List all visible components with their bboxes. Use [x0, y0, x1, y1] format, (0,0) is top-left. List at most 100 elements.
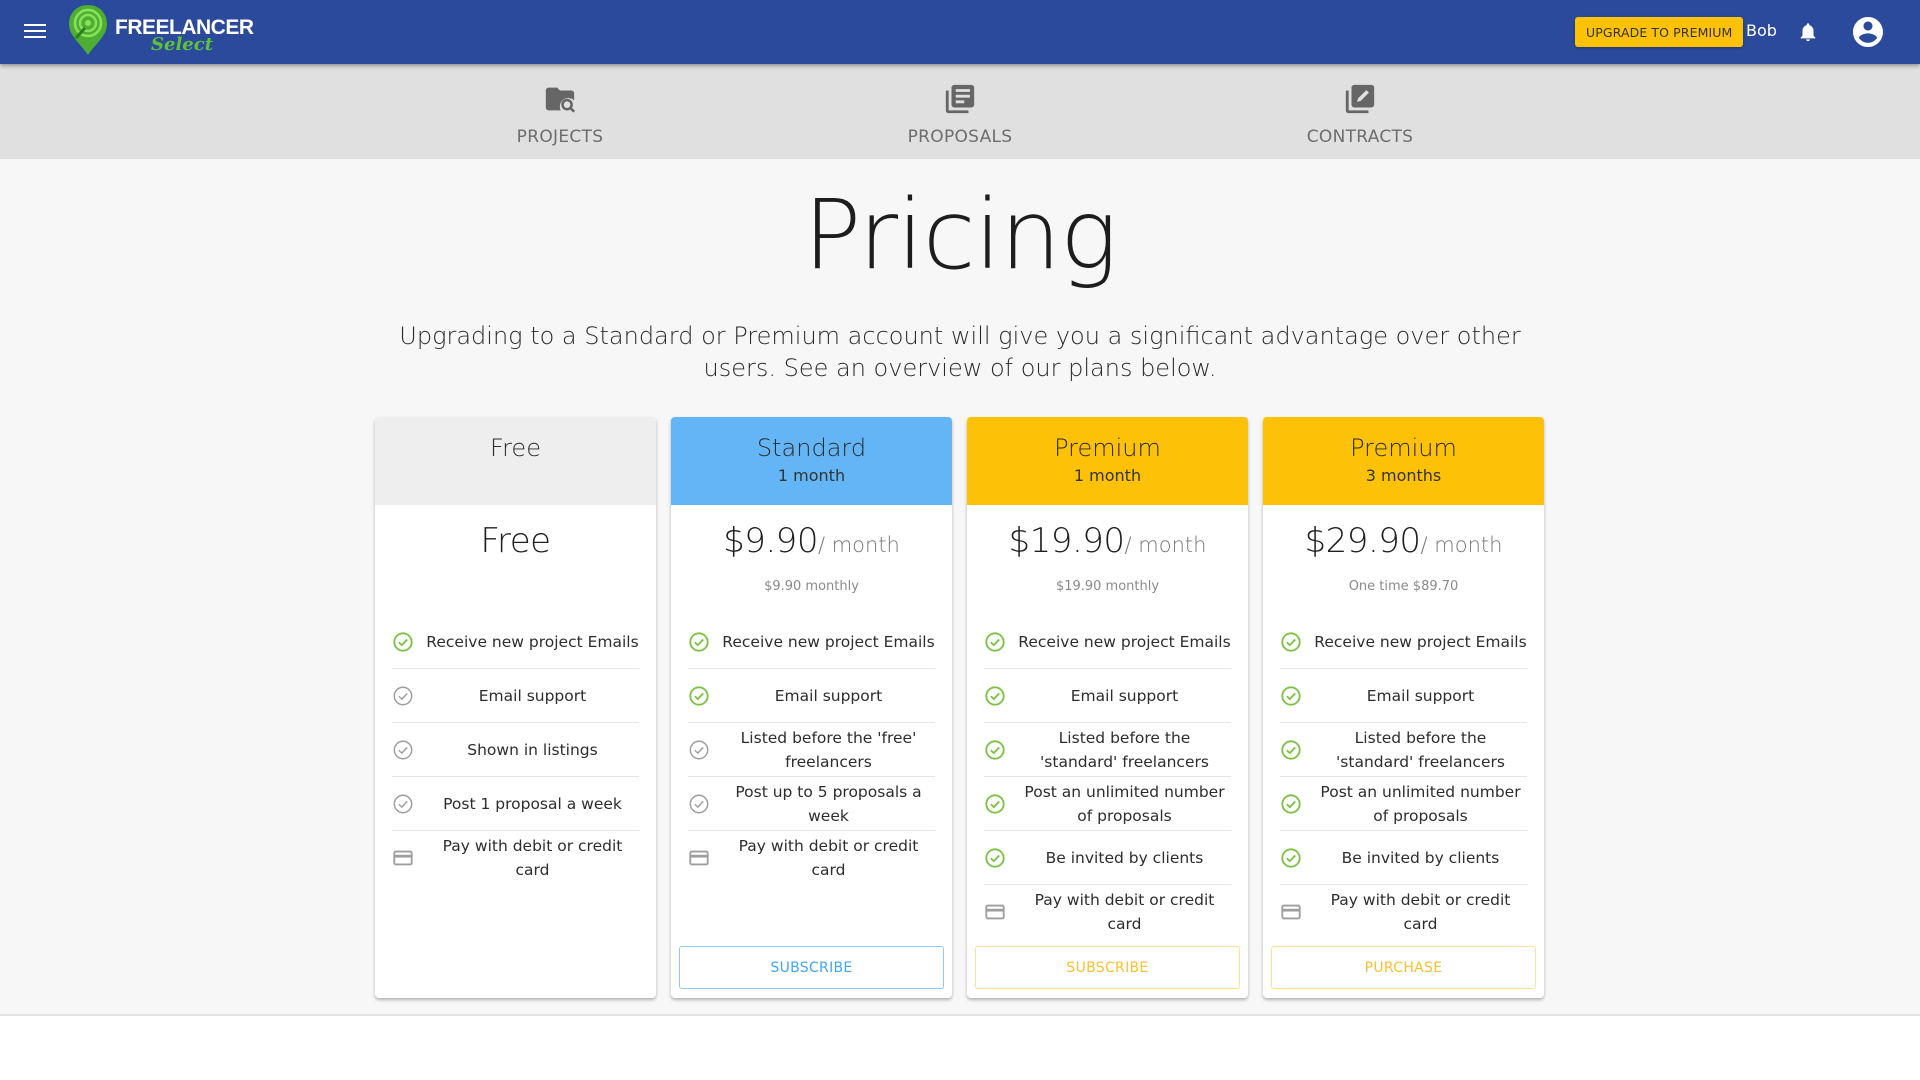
feature-text: Be invited by clients — [1341, 848, 1500, 867]
check-circle-icon — [1280, 739, 1302, 761]
page-subtitle: Upgrading to a Standard or Premium accou… — [399, 322, 1521, 382]
price-period: / month — [817, 533, 900, 557]
credit-card-icon — [688, 847, 710, 869]
feature-item: Email support — [392, 669, 639, 723]
price-period: / month — [1124, 533, 1207, 557]
feature-text: Receive new project Emails — [426, 632, 639, 651]
feature-text: Receive new project Emails — [1018, 632, 1231, 651]
feature-text: Pay with debit or credit card — [1330, 891, 1511, 933]
feature-text: Post up to 5 proposals a week — [735, 782, 922, 825]
plan-name: Premium — [1054, 434, 1161, 462]
feature-list: Receive new project Emails Email support… — [1280, 615, 1527, 939]
section-tabs: PROJECTS PROPOSALS CONTRACTS — [0, 64, 1920, 159]
account-circle-icon[interactable] — [1850, 14, 1886, 50]
feature-item: Listed before the 'free' freelancers — [688, 723, 935, 777]
check-circle-icon — [984, 685, 1006, 707]
tab-label: CONTRACTS — [1306, 127, 1414, 147]
feature-item: Receive new project Emails — [392, 615, 639, 669]
check-circle-icon — [688, 685, 710, 707]
feature-text: Post an unlimited number of proposals — [1320, 782, 1521, 825]
tab-label: PROJECTS — [516, 127, 604, 147]
feature-item: Pay with debit or credit card — [392, 831, 639, 885]
feature-text: Pay with debit or credit card — [442, 837, 623, 879]
pricing-section: Pricing Upgrading to a Standard or Premi… — [0, 159, 1920, 1016]
feature-text: Receive new project Emails — [1314, 632, 1527, 651]
check-circle-icon — [984, 739, 1006, 761]
check-circle-icon — [984, 847, 1006, 869]
menu-icon[interactable] — [24, 20, 46, 44]
price-period: / month — [1420, 533, 1503, 557]
plan-period: 3 months — [1365, 466, 1442, 485]
feature-text: Listed before the 'free' freelancers — [740, 728, 917, 771]
check-circle-icon — [1280, 793, 1302, 815]
feature-item: Email support — [1280, 669, 1527, 723]
subscribe-button[interactable]: SUBSCRIBE — [975, 946, 1240, 989]
page-title: Pricing — [803, 179, 1117, 291]
plan-name: Standard — [756, 434, 867, 462]
plan-header: Standard 1 month — [671, 417, 952, 505]
plan-header: Free — [375, 417, 656, 505]
check-circle-icon — [392, 631, 414, 653]
library-books-icon — [945, 84, 975, 114]
edit-documents-icon — [1345, 84, 1375, 114]
feature-text: Listed before the 'standard' freelancers — [1040, 728, 1209, 771]
plan-price: $19.90/ month — [967, 521, 1248, 561]
plan-card-standard-1-month: Standard 1 month $9.90/ month $9.90 mont… — [671, 417, 952, 998]
feature-text: Listed before the 'standard' freelancers — [1336, 728, 1505, 771]
check-circle-outline-icon — [688, 739, 710, 761]
price-note: $19.90 monthly — [1055, 579, 1160, 594]
feature-item: Pay with debit or credit card — [688, 831, 935, 885]
feature-text: Be invited by clients — [1045, 848, 1204, 867]
plan-card-premium-3-months: Premium 3 months $29.90/ month One time … — [1263, 417, 1544, 998]
feature-item: Receive new project Emails — [688, 615, 935, 669]
feature-item: Pay with debit or credit card — [984, 885, 1231, 939]
plan-card-free-plan: Free Free Receive new project Emails Ema… — [375, 417, 656, 998]
check-circle-icon — [1280, 631, 1302, 653]
feature-list: Receive new project Emails Email support… — [688, 615, 935, 885]
feature-item: Be invited by clients — [1280, 831, 1527, 885]
feature-text: Pay with debit or credit card — [1034, 891, 1215, 933]
price-note: $9.90 monthly — [764, 579, 859, 594]
price-amount: Free — [480, 521, 551, 561]
feature-item: Pay with debit or credit card — [1280, 885, 1527, 939]
price-amount: $19.90 — [1008, 521, 1125, 561]
plan-price: $29.90/ month — [1263, 521, 1544, 561]
feature-item: Listed before the 'standard' freelancers — [1280, 723, 1527, 777]
price-amount: $9.90 — [723, 521, 818, 561]
tab-projects[interactable]: PROJECTS — [460, 64, 660, 159]
feature-text: Email support — [1366, 686, 1475, 705]
feature-text: Email support — [1070, 686, 1179, 705]
check-circle-outline-icon — [392, 739, 414, 761]
plan-period: 1 month — [777, 466, 846, 485]
logo[interactable]: FREELANCER Select — [67, 4, 254, 60]
plan-header: Premium 3 months — [1263, 417, 1544, 505]
credit-card-icon — [1280, 901, 1302, 923]
app-bar: FREELANCER Select UPGRADE TO PREMIUM Bob — [0, 0, 1920, 64]
feature-list: Receive new project Emails Email support… — [392, 615, 639, 885]
plan-period: 1 month — [1073, 466, 1142, 485]
subscribe-button[interactable]: SUBSCRIBE — [679, 946, 944, 989]
feature-text: Pay with debit or credit card — [738, 837, 919, 879]
upgrade-to-premium-button[interactable]: UPGRADE TO PREMIUM — [1575, 17, 1744, 47]
check-circle-icon — [1280, 685, 1302, 707]
notifications-bell-icon[interactable] — [1797, 20, 1819, 44]
user-name[interactable]: Bob — [1746, 21, 1777, 40]
credit-card-icon — [984, 901, 1006, 923]
tab-proposals[interactable]: PROPOSALS — [860, 64, 1060, 159]
feature-item: Post an unlimited number of proposals — [984, 777, 1231, 831]
feature-item: Be invited by clients — [984, 831, 1231, 885]
purchase-button[interactable]: PURCHASE — [1271, 946, 1536, 989]
plan-card-premium-1-month: Premium 1 month $19.90/ month $19.90 mon… — [967, 417, 1248, 998]
plan-header: Premium 1 month — [967, 417, 1248, 505]
tab-contracts[interactable]: CONTRACTS — [1260, 64, 1460, 159]
feature-text: Email support — [478, 686, 587, 705]
check-circle-icon — [984, 793, 1006, 815]
check-circle-outline-icon — [392, 685, 414, 707]
feature-text: Shown in listings — [467, 740, 598, 759]
feature-item: Post 1 proposal a week — [392, 777, 639, 831]
check-circle-icon — [688, 631, 710, 653]
feature-item: Shown in listings — [392, 723, 639, 777]
price-note — [375, 579, 656, 597]
feature-item: Email support — [984, 669, 1231, 723]
feature-list: Receive new project Emails Email support… — [984, 615, 1231, 939]
